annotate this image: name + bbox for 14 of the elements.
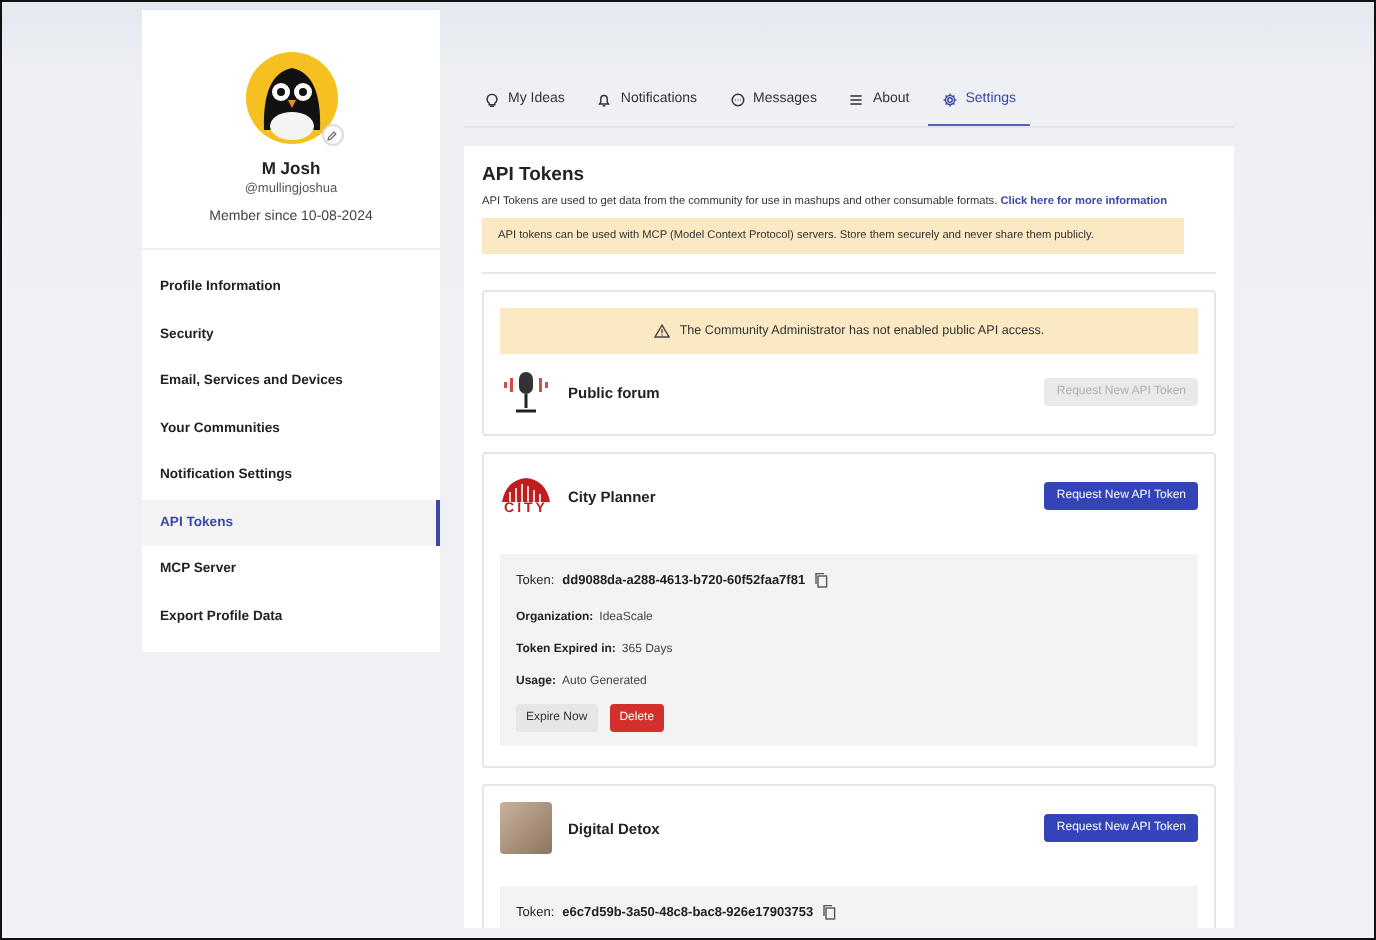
penguin-avatar-drawing	[243, 50, 339, 146]
section-title: API Tokens	[482, 164, 587, 186]
profile-name: M Josh	[261, 158, 321, 178]
edit-avatar-button[interactable]	[321, 124, 343, 146]
lightbulb-icon	[484, 91, 500, 107]
pencil-icon	[326, 129, 338, 141]
copy-icon[interactable]	[813, 572, 828, 588]
settings-icon	[941, 91, 958, 107]
list-icon	[848, 91, 865, 107]
bell-icon	[596, 91, 613, 107]
microphone-logo-icon	[500, 370, 552, 414]
warning-icon	[653, 324, 670, 338]
chat-bubble-icon	[729, 91, 746, 107]
city-skyline-icon	[500, 476, 552, 502]
